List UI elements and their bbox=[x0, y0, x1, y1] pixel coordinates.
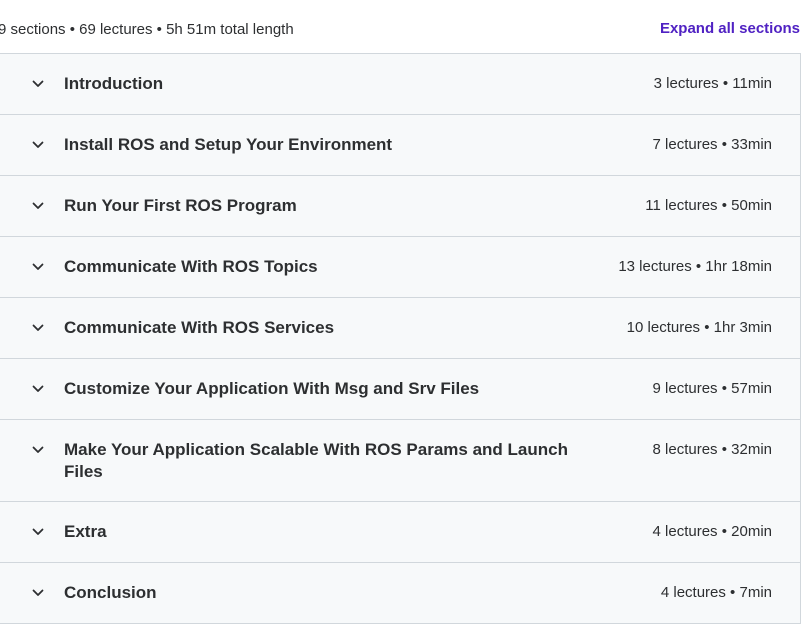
section-title: Communicate With ROS Services bbox=[64, 318, 335, 337]
chevron-down-icon bbox=[31, 443, 45, 457]
section-content-summary: 9 lectures • 57min bbox=[652, 380, 772, 397]
section-content-summary: 3 lectures • 11min bbox=[653, 75, 772, 92]
expand-all-sections-button[interactable]: Expand all sections bbox=[660, 20, 800, 37]
chevron-down-icon bbox=[31, 382, 45, 396]
section-panel-install-ros[interactable]: Install ROS and Setup Your Environment 7… bbox=[0, 115, 800, 176]
section-title: Run Your First ROS Program bbox=[64, 196, 297, 215]
section-content-summary: 10 lectures • 1hr 3min bbox=[626, 319, 772, 336]
curriculum-summary-bar: 9 sections • 69 lectures • 5h 51m total … bbox=[0, 0, 803, 54]
chevron-down-icon bbox=[31, 260, 45, 274]
section-content-summary: 4 lectures • 20min bbox=[652, 523, 772, 540]
section-content-summary: 8 lectures • 32min bbox=[652, 441, 772, 458]
section-title: Customize Your Application With Msg and … bbox=[64, 379, 480, 398]
curriculum-summary-text: 9 sections • 69 lectures • 5h 51m total … bbox=[0, 21, 294, 38]
section-title: Make Your Application Scalable With ROS … bbox=[64, 440, 568, 481]
chevron-down-icon bbox=[31, 199, 45, 213]
section-panel-first-program[interactable]: Run Your First ROS Program 11 lectures •… bbox=[0, 176, 800, 237]
chevron-down-icon bbox=[31, 586, 45, 600]
chevron-down-icon bbox=[31, 77, 45, 91]
section-title: Communicate With ROS Topics bbox=[64, 257, 318, 276]
section-content-summary: 13 lectures • 1hr 18min bbox=[618, 258, 772, 275]
section-title: Extra bbox=[64, 522, 107, 541]
section-panel-ros-services[interactable]: Communicate With ROS Services 10 lecture… bbox=[0, 298, 800, 359]
section-panel-msg-srv-files[interactable]: Customize Your Application With Msg and … bbox=[0, 359, 800, 420]
chevron-down-icon bbox=[31, 138, 45, 152]
section-panel-introduction[interactable]: Introduction 3 lectures • 11min bbox=[0, 54, 800, 115]
section-panel-params-launch[interactable]: Make Your Application Scalable With ROS … bbox=[0, 420, 800, 502]
section-panel-conclusion[interactable]: Conclusion 4 lectures • 7min bbox=[0, 563, 800, 624]
section-content-summary: 4 lectures • 7min bbox=[660, 584, 772, 601]
section-title: Conclusion bbox=[64, 583, 157, 602]
section-panel-extra[interactable]: Extra 4 lectures • 20min bbox=[0, 502, 800, 563]
section-title: Install ROS and Setup Your Environment bbox=[64, 135, 393, 154]
chevron-down-icon bbox=[31, 321, 45, 335]
curriculum-section-list: Introduction 3 lectures • 11min Install … bbox=[0, 53, 801, 624]
section-content-summary: 7 lectures • 33min bbox=[652, 136, 772, 153]
section-title: Introduction bbox=[64, 74, 164, 93]
section-panel-ros-topics[interactable]: Communicate With ROS Topics 13 lectures … bbox=[0, 237, 800, 298]
section-content-summary: 11 lectures • 50min bbox=[645, 197, 772, 214]
chevron-down-icon bbox=[31, 525, 45, 539]
